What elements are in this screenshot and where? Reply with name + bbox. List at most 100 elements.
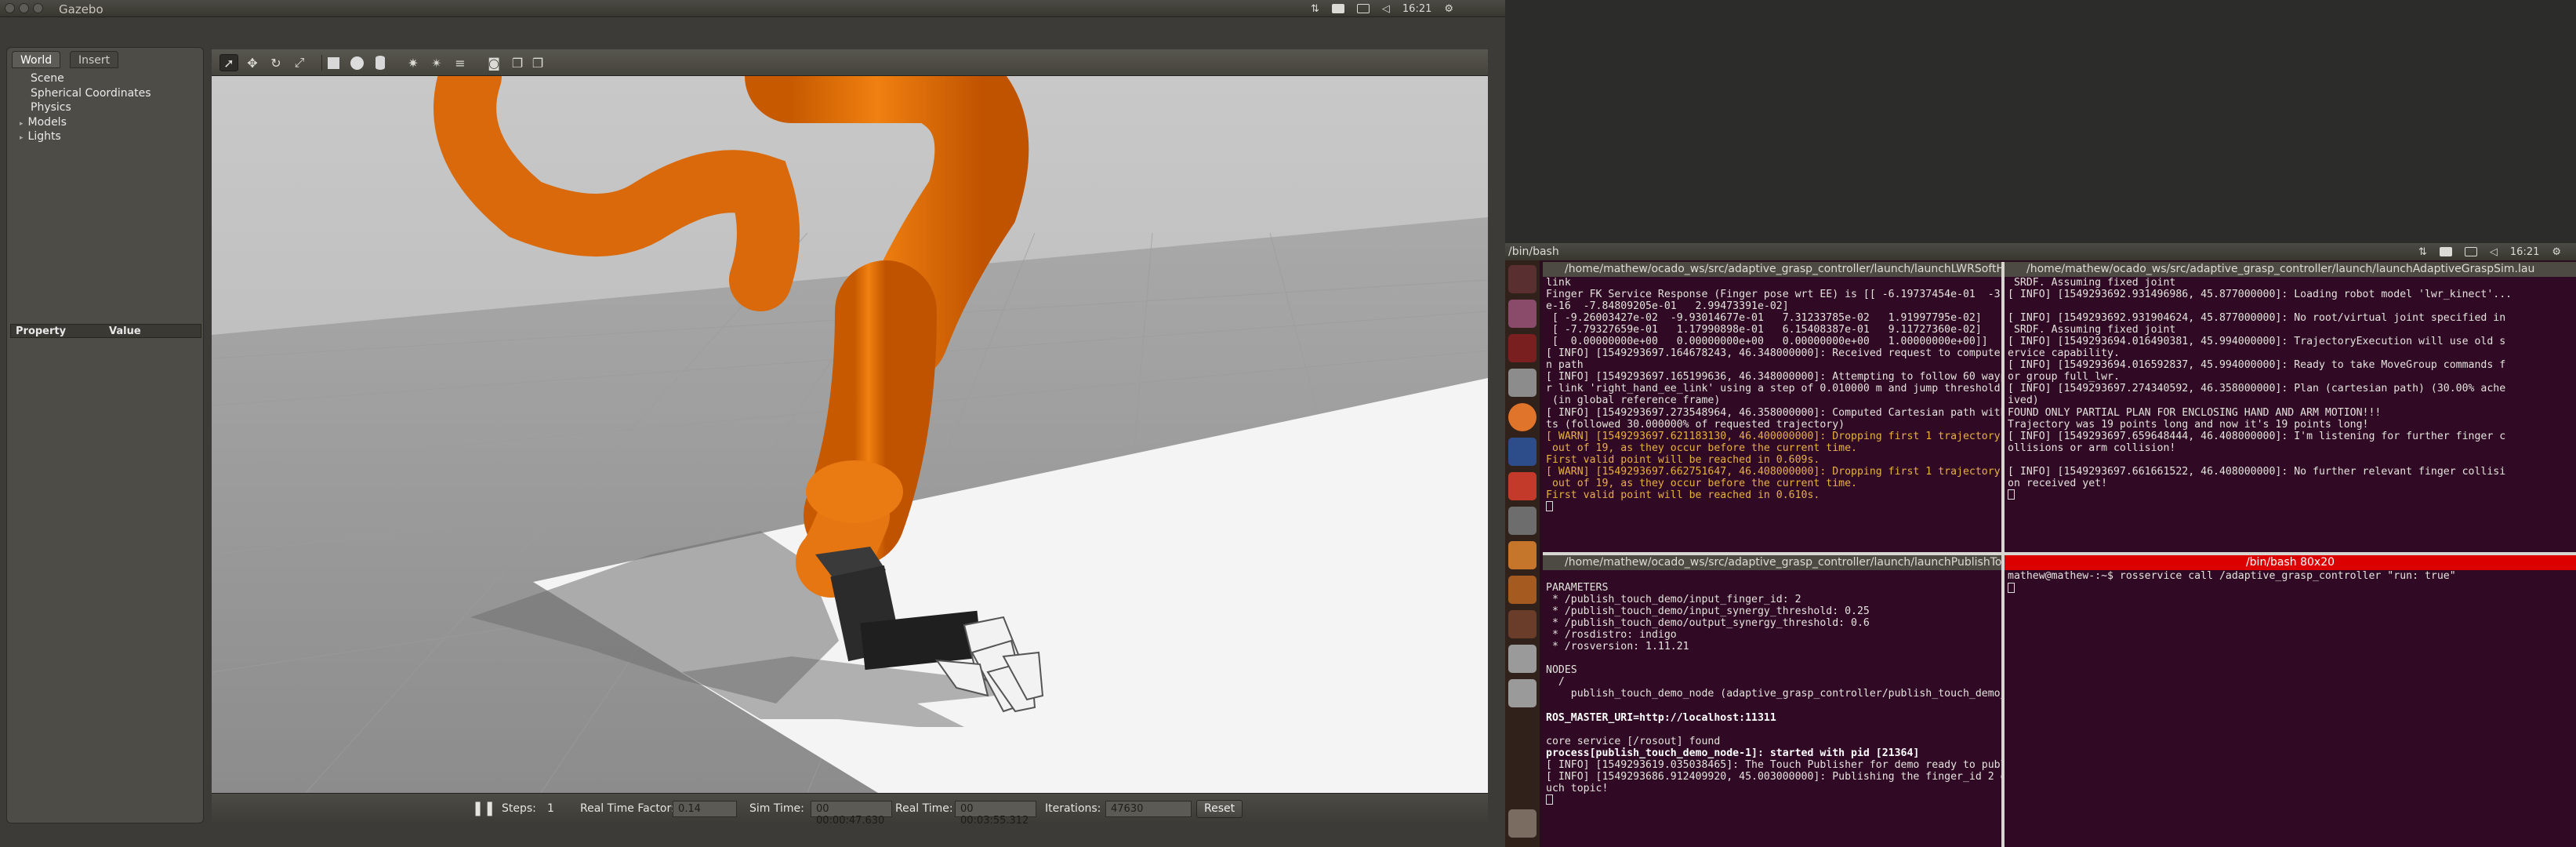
pause-button[interactable]: ❚❚ [472, 801, 495, 818]
app-icon[interactable] [1508, 438, 1537, 466]
terminal-line: PARAMETERS [1546, 582, 1609, 594]
tree-item-physics[interactable]: Physics [13, 100, 198, 115]
pane-divider[interactable] [1543, 552, 2576, 555]
terminal-line: ollisions or arm collision! [2008, 442, 2176, 454]
keyboard-icon[interactable] [2439, 247, 2452, 256]
terminal-line: Finger FK Service Response (Finger pose … [1546, 289, 2001, 301]
3d-scene-view[interactable] [212, 76, 1488, 793]
terminal-line: Trajectory was 19 points long and now it… [2008, 418, 2369, 431]
keyboard-icon[interactable] [1331, 4, 1344, 13]
text-editor-icon[interactable] [1508, 369, 1537, 397]
terminal-line: out of 19, as they occur before the curr… [1546, 442, 1857, 454]
tree-item-scene[interactable]: Scene [13, 71, 198, 86]
terminal-line: [ INFO] [1549293697.659648444, 46.408000… [2008, 430, 2506, 442]
battery-icon[interactable] [1356, 4, 1370, 13]
terminal-pane-1[interactable]: /home/mathew/ocado_ws/src/adaptive_grasp… [1543, 262, 2001, 552]
terminal-line: [ INFO] [1549293697.164678243, 46.348000… [1546, 347, 2001, 360]
tree-item-lights[interactable]: ▸ Lights [13, 129, 198, 144]
tab-world[interactable]: World [12, 51, 61, 68]
terminal-line: [ WARN] [1549293697.621183130, 46.400000… [1546, 430, 2001, 442]
tree-item-spherical-coordinates[interactable]: Spherical Coordinates [13, 86, 198, 101]
terminal-line: ived) [2008, 394, 2039, 407]
terminal-line: / [1546, 676, 1565, 689]
toolbar-separator [321, 55, 322, 71]
files-icon[interactable] [1508, 300, 1537, 328]
tab-insert[interactable]: Insert [70, 51, 119, 68]
pane-output: link Finger FK Service Response (Finger p… [1546, 277, 2001, 552]
pane-output: mathew@mathew-:~$ rosservice call /adapt… [2008, 570, 2576, 847]
gazebo-window: Gazebo ⇅ ◁ 16:21 ⚙ World Insert Scene Sp… [0, 0, 1505, 847]
point-light-icon[interactable]: ✷ [404, 54, 423, 71]
steps-value[interactable]: 1 [547, 802, 554, 815]
app-icon[interactable] [1508, 541, 1537, 569]
clock[interactable]: 16:21 [2510, 246, 2539, 258]
drive-icon[interactable] [1508, 645, 1537, 673]
rviz-icon[interactable] [1508, 507, 1537, 535]
terminal-app-icon[interactable] [1508, 334, 1537, 362]
property-column-header: Property [16, 325, 67, 337]
close-button[interactable] [5, 3, 15, 13]
box-icon[interactable] [324, 54, 343, 71]
sim-time-field: 00 00:00:47.630 [811, 801, 892, 827]
gear-icon[interactable]: ⚙ [2552, 246, 2561, 258]
terminal-pane-4[interactable]: /bin/bash 80x20 mathew@mathew-:~$ rosser… [2005, 555, 2576, 847]
terminal-line: link [1546, 277, 1571, 289]
trash-icon[interactable] [1508, 809, 1537, 838]
network-icon[interactable]: ⇅ [1311, 3, 1319, 15]
firefox-icon[interactable] [1508, 403, 1537, 431]
scene-render [212, 76, 1488, 793]
real-time-field: 00 00:03:55.312 [955, 801, 1036, 827]
app-icon[interactable] [1508, 610, 1537, 638]
expand-arrow-icon[interactable]: ▸ [20, 134, 24, 142]
pane-title: /home/mathew/ocado_ws/src/adaptive_grasp… [1543, 555, 2001, 570]
screenshot-icon[interactable]: ◙ [484, 54, 503, 71]
directional-light-icon[interactable]: ≡ [451, 54, 470, 71]
system-tray: ⇅ ◁ 16:21 ⚙ [1311, 0, 1453, 17]
terminal-line: [ -9.26003427e-02 -9.93014677e-01 7.3123… [1546, 312, 1982, 325]
terminal-line: process[publish_touch_demo_node-1]: star… [1546, 747, 1920, 759]
network-icon[interactable]: ⇅ [2418, 246, 2427, 258]
clock[interactable]: 16:21 [1402, 3, 1431, 15]
copy-icon[interactable]: ❐ [508, 54, 527, 71]
terminal-line: [ INFO] [1549293697.274340592, 46.358000… [2008, 383, 2506, 395]
terminal-line: [ INFO] [1549293692.931496986, 45.877000… [2008, 289, 2513, 301]
terminal-line: publish_touch_demo_node (adaptive_grasp_… [1546, 688, 2001, 700]
rotate-icon[interactable]: ↻ [267, 54, 285, 71]
expand-arrow-icon[interactable]: ▸ [20, 120, 24, 128]
iterations-field: 47630 [1105, 801, 1192, 817]
terminal-pane-3[interactable]: /home/mathew/ocado_ws/src/adaptive_grasp… [1543, 555, 2001, 847]
value-column-header: Value [109, 325, 141, 337]
app-icon[interactable] [1508, 576, 1537, 604]
terminal-line: * /rosversion: 1.11.21 [1546, 641, 1689, 653]
volume-icon[interactable]: ◁ [2490, 246, 2498, 258]
terminal-line: [ INFO] [1549293619.035038465]: The Touc… [1546, 758, 2001, 771]
terminal-pane-2[interactable]: /home/mathew/ocado_ws/src/adaptive_grasp… [2005, 262, 2576, 552]
terminal-line: r link 'right_hand_ee_link' using a step… [1546, 383, 2001, 395]
settings-icon[interactable] [1508, 472, 1537, 500]
gear-icon[interactable]: ⚙ [1444, 3, 1453, 15]
terminal-cursor [2008, 489, 2576, 501]
terminal-line: or group full_lwr. [2008, 371, 2120, 384]
minimize-button[interactable] [19, 3, 29, 13]
maximize-button[interactable] [33, 3, 43, 13]
cylinder-icon[interactable] [371, 54, 390, 71]
translate-icon[interactable]: ✥ [243, 54, 262, 71]
drive-icon[interactable] [1508, 679, 1537, 707]
pointer-icon[interactable]: ➚ [220, 54, 238, 71]
terminal-screen: /bin/bash ⇅ ◁ 16:21 ⚙ /home/mathew/ocado… [1505, 0, 2576, 847]
battery-icon[interactable] [2464, 247, 2477, 256]
pane-output: SRDF. Assuming fixed joint[ INFO] [15492… [2008, 277, 2576, 552]
scale-icon[interactable]: ⤢ [290, 54, 309, 71]
paste-icon[interactable]: ❐ [528, 54, 547, 71]
spot-light-icon[interactable]: ✴ [427, 54, 446, 71]
sphere-icon[interactable] [347, 54, 366, 71]
terminal-line: ts (followed 30.000000% of requested tra… [1546, 418, 1845, 431]
gazebo-toolbar: ➚ ✥ ↻ ⤢ ✷ ✴ ≡ ◙ ❐ ❐ [212, 49, 1488, 76]
ubuntu-home-icon[interactable] [1508, 265, 1537, 293]
reset-button[interactable]: Reset [1196, 800, 1243, 818]
tree-item-models[interactable]: ▸ Models [13, 115, 198, 130]
volume-icon[interactable]: ◁ [1382, 3, 1390, 15]
